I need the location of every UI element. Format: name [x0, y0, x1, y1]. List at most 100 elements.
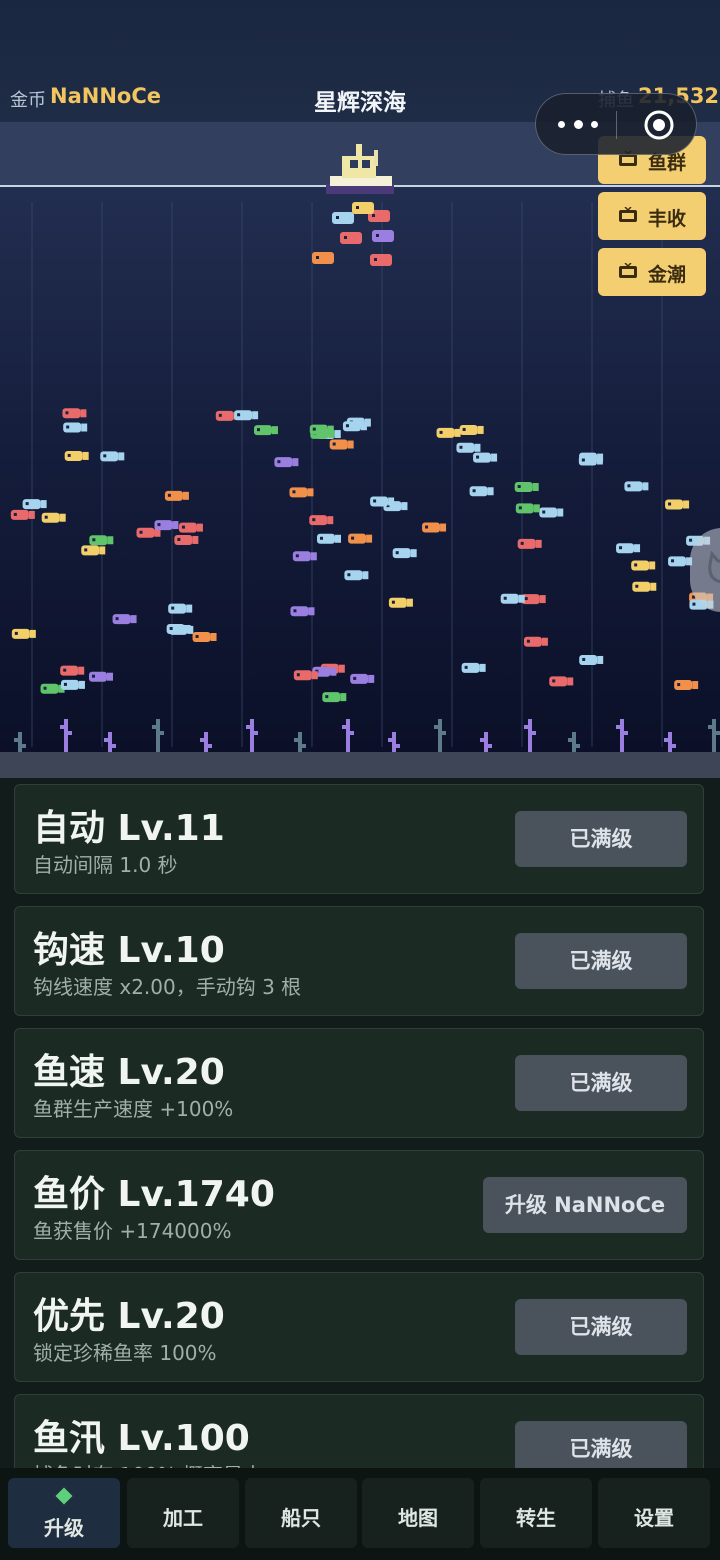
- caught-fish-icon: [340, 232, 362, 244]
- maxed-button[interactable]: 已满级: [515, 1055, 687, 1111]
- fish-icon: [436, 427, 461, 438]
- tab-process[interactable]: 加工: [127, 1478, 239, 1548]
- caught-fish-icon: [312, 252, 334, 264]
- fish-icon: [289, 487, 314, 498]
- tab-label: 船只: [281, 1506, 321, 1530]
- fish-icon: [517, 538, 542, 549]
- maxed-button[interactable]: 已满级: [515, 811, 687, 867]
- fish-icon: [348, 533, 373, 544]
- upgrade-name: 鱼价 Lv.1740: [33, 1174, 275, 1215]
- fish-icon: [500, 593, 525, 604]
- tab-label: 转生: [516, 1506, 556, 1530]
- upgrade-desc: 自动间隔 1.0 秒: [33, 853, 178, 877]
- fish-icon: [10, 509, 35, 520]
- boost-harvest-button[interactable]: 丰收: [598, 192, 706, 240]
- tab-rebirth[interactable]: 转生: [480, 1478, 592, 1548]
- tv-icon: [619, 263, 637, 278]
- upgrade-name: 鱼速 Lv.20: [33, 1052, 225, 1093]
- maxed-button[interactable]: 已满级: [515, 1421, 687, 1468]
- tab-ships[interactable]: 船只: [245, 1478, 357, 1548]
- upgrade-card-fish-surge: 鱼汛 Lv.100 捕鱼时有 100% 概率暴击 已满级: [14, 1394, 704, 1468]
- upgrade-card-fish-price: 鱼价 Lv.1740 鱼获售价 +174000% 升级 NaNNoCe: [14, 1150, 704, 1260]
- tab-map[interactable]: 地图: [362, 1478, 474, 1548]
- cat-icon: [708, 550, 720, 584]
- caught-fish-icon: [370, 254, 392, 266]
- upgrade-card-auto: 自动 Lv.11 自动间隔 1.0 秒 已满级: [14, 784, 704, 894]
- fish-icon: [164, 490, 189, 501]
- fish-icon: [60, 679, 85, 690]
- tv-icon: [619, 207, 637, 222]
- fish-icon: [178, 522, 203, 533]
- fish-icon: [422, 522, 447, 533]
- fish-icon: [469, 486, 494, 497]
- gem-icon: [55, 1487, 73, 1505]
- fish-icon: [62, 408, 87, 419]
- upgrade-name: 鱼汛 Lv.100: [33, 1418, 250, 1459]
- upgrade-button[interactable]: 升级 NaNNoCe: [483, 1177, 687, 1233]
- upgrade-name: 优先 Lv.20: [33, 1296, 225, 1337]
- fish-icon: [234, 410, 259, 421]
- fish-icon: [539, 507, 564, 518]
- fish-icon: [290, 606, 315, 617]
- tab-upgrade[interactable]: 升级: [8, 1478, 120, 1548]
- fish-icon: [174, 534, 199, 545]
- more-dots-icon[interactable]: [558, 112, 598, 136]
- fish-icon: [632, 581, 657, 592]
- boost-label: 丰收: [648, 208, 687, 230]
- upgrade-name: 钩速 Lv.10: [33, 930, 225, 971]
- fish-icon: [344, 570, 369, 581]
- fish-icon: [473, 452, 498, 463]
- fish-icon: [64, 450, 89, 461]
- fish-icon: [112, 614, 137, 625]
- fish-icon: [40, 683, 65, 694]
- fish-icon: [309, 515, 334, 526]
- ocean-scene[interactable]: 鱼群 丰收 金潮: [0, 122, 720, 778]
- fish-icon: [154, 520, 179, 531]
- fish-icon: [166, 623, 191, 634]
- maxed-button[interactable]: 已满级: [515, 1299, 687, 1355]
- bottom-tab-bar: 升级 加工 船只 地图 转生 设置: [0, 1468, 720, 1560]
- fish-icon: [616, 543, 641, 554]
- tab-settings[interactable]: 设置: [598, 1478, 710, 1548]
- fish-icon: [322, 692, 347, 703]
- caught-fish-icon: [372, 230, 394, 242]
- fish-icon: [309, 424, 334, 435]
- upgrade-panel[interactable]: 自动 Lv.11 自动间隔 1.0 秒 已满级 钩速 Lv.10 钩线速度 x2…: [0, 778, 720, 1468]
- boost-gold-tide-button[interactable]: 金潮: [598, 248, 706, 296]
- fish-icon: [668, 556, 693, 567]
- upgrade-desc: 鱼群生产速度 +100%: [33, 1097, 234, 1121]
- fish-icon: [392, 548, 417, 559]
- tab-label: 地图: [398, 1506, 438, 1530]
- fish-icon: [342, 421, 367, 432]
- target-icon[interactable]: [642, 108, 676, 142]
- fish-icon: [292, 551, 317, 562]
- upgrade-card-priority: 优先 Lv.20 锁定珍稀鱼率 100% 已满级: [14, 1272, 704, 1382]
- fish-icon: [674, 680, 699, 691]
- fish-icon: [461, 662, 486, 673]
- caught-fish-icon: [352, 202, 374, 214]
- fish-icon: [549, 676, 574, 687]
- fish-icon: [88, 671, 113, 682]
- fish-icon: [89, 535, 114, 546]
- fish-icon: [631, 560, 656, 571]
- maxed-button[interactable]: 已满级: [515, 933, 687, 989]
- upgrade-desc: 鱼获售价 +174000%: [33, 1219, 232, 1243]
- fish-icon: [81, 545, 106, 556]
- fish-icon: [100, 451, 125, 462]
- tab-label: 设置: [634, 1506, 674, 1530]
- fish-icon: [329, 439, 354, 450]
- tab-label: 升级: [44, 1516, 84, 1540]
- fish-icon: [22, 499, 47, 510]
- fish-icon: [459, 424, 484, 435]
- fish-icon: [370, 496, 395, 507]
- fish-icon: [63, 422, 88, 433]
- fish-icon: [665, 499, 690, 510]
- tab-label: 加工: [163, 1506, 203, 1530]
- fish-icon: [624, 481, 649, 492]
- fish-icon: [388, 597, 413, 608]
- fish-icon: [274, 457, 299, 468]
- fish-icon: [521, 594, 546, 605]
- fish-icon: [456, 442, 481, 453]
- fish-icon: [523, 636, 548, 647]
- upgrade-card-fish-speed: 鱼速 Lv.20 鱼群生产速度 +100% 已满级: [14, 1028, 704, 1138]
